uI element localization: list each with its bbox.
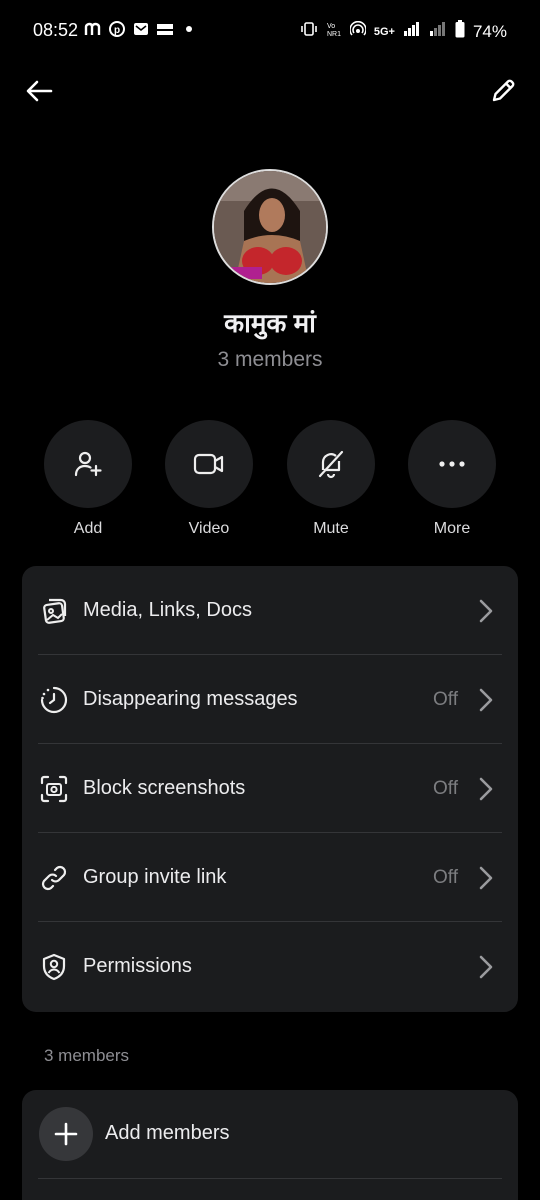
group-invite-link-value: Off <box>433 866 458 888</box>
members-section-label: 3 members <box>44 1046 130 1065</box>
block-screenshots-value: Off <box>433 777 458 799</box>
mute-action-label: Mute <box>313 520 349 537</box>
chevron-right-icon <box>476 954 496 980</box>
instamart-icon <box>156 20 174 38</box>
dot-icon <box>180 20 198 38</box>
link-icon <box>38 862 70 894</box>
media-links-docs-title: Media, Links, Docs <box>83 599 252 621</box>
arrow-left-icon <box>26 80 53 102</box>
more-action-circle[interactable] <box>408 420 496 508</box>
video-action-button[interactable]: Video <box>164 420 254 538</box>
status-bar: 08:52 p Vo NR1 5G+ 74% <box>0 0 540 62</box>
bell-off-icon <box>318 450 344 479</box>
mail-icon <box>132 20 150 38</box>
divider <box>38 1178 502 1179</box>
pinterest-icon: p <box>108 20 126 38</box>
add-members-row[interactable]: Add members <box>22 1090 518 1178</box>
svg-text:NR1: NR1 <box>327 31 341 37</box>
hotspot-icon <box>349 20 367 42</box>
members-card: Add members <box>22 1090 518 1200</box>
chevron-right-icon <box>476 776 496 802</box>
edit-button[interactable] <box>486 74 520 108</box>
mute-action-button[interactable]: Mute <box>286 420 376 538</box>
notification-icons: p <box>84 20 198 38</box>
shield-user-icon <box>38 951 70 983</box>
permissions-row[interactable]: Permissions <box>22 922 518 1011</box>
add-action-circle[interactable] <box>44 420 132 508</box>
svg-text:p: p <box>114 25 120 36</box>
permissions-title: Permissions <box>83 955 192 977</box>
group-member-count: 3 members <box>217 348 323 371</box>
add-action-button[interactable]: Add <box>43 420 133 538</box>
chevron-right-icon <box>476 865 496 891</box>
video-action-circle[interactable] <box>165 420 253 508</box>
media-icon <box>38 595 70 627</box>
add-members-label: Add members <box>105 1122 230 1144</box>
system-status: Vo NR1 5G+ 74% <box>300 20 507 43</box>
more-action-label: More <box>433 520 471 537</box>
screenshot-icon <box>38 773 70 805</box>
group-settings-card: Media, Links, Docs Disappearing messages… <box>22 566 518 1012</box>
group-invite-link-row[interactable]: Group invite link Off <box>22 833 518 922</box>
more-action-button[interactable]: More <box>407 420 497 538</box>
signal-icon <box>403 21 421 42</box>
back-button[interactable] <box>22 74 56 108</box>
plus-icon <box>54 1122 78 1146</box>
video-icon <box>193 453 224 475</box>
pencil-icon <box>492 79 515 102</box>
block-screenshots-row[interactable]: Block screenshots Off <box>22 744 518 833</box>
timer-icon <box>38 684 70 716</box>
group-avatar[interactable] <box>212 169 328 285</box>
signal-2-icon <box>429 21 447 42</box>
add-members-circle[interactable] <box>39 1107 93 1161</box>
group-invite-link-title: Group invite link <box>83 866 227 888</box>
disappearing-messages-title: Disappearing messages <box>83 688 298 710</box>
svg-text:Vo: Vo <box>327 23 335 30</box>
avatar-image <box>214 171 326 283</box>
network-type: 5G+ <box>373 25 395 38</box>
disappearing-messages-row[interactable]: Disappearing messages Off <box>22 655 518 744</box>
battery-icon <box>455 20 465 43</box>
more-horizontal-icon <box>439 461 465 467</box>
add-person-icon <box>74 451 102 477</box>
media-links-docs-row[interactable]: Media, Links, Docs <box>22 566 518 655</box>
add-action-label: Add <box>73 520 103 537</box>
m-app-icon <box>84 20 102 38</box>
mute-action-circle[interactable] <box>287 420 375 508</box>
status-time: 08:52 <box>33 20 79 40</box>
group-name: कामुक मां <box>224 308 316 338</box>
vibrate-icon <box>300 21 318 42</box>
volte-icon: Vo NR1 <box>326 21 342 42</box>
video-action-label: Video <box>188 520 230 537</box>
battery-level: 74% <box>472 21 507 41</box>
disappearing-messages-value: Off <box>433 688 458 710</box>
quick-actions: Add Video Mute More <box>0 420 540 540</box>
chevron-right-icon <box>476 687 496 713</box>
chevron-right-icon <box>476 598 496 624</box>
block-screenshots-title: Block screenshots <box>83 777 246 799</box>
